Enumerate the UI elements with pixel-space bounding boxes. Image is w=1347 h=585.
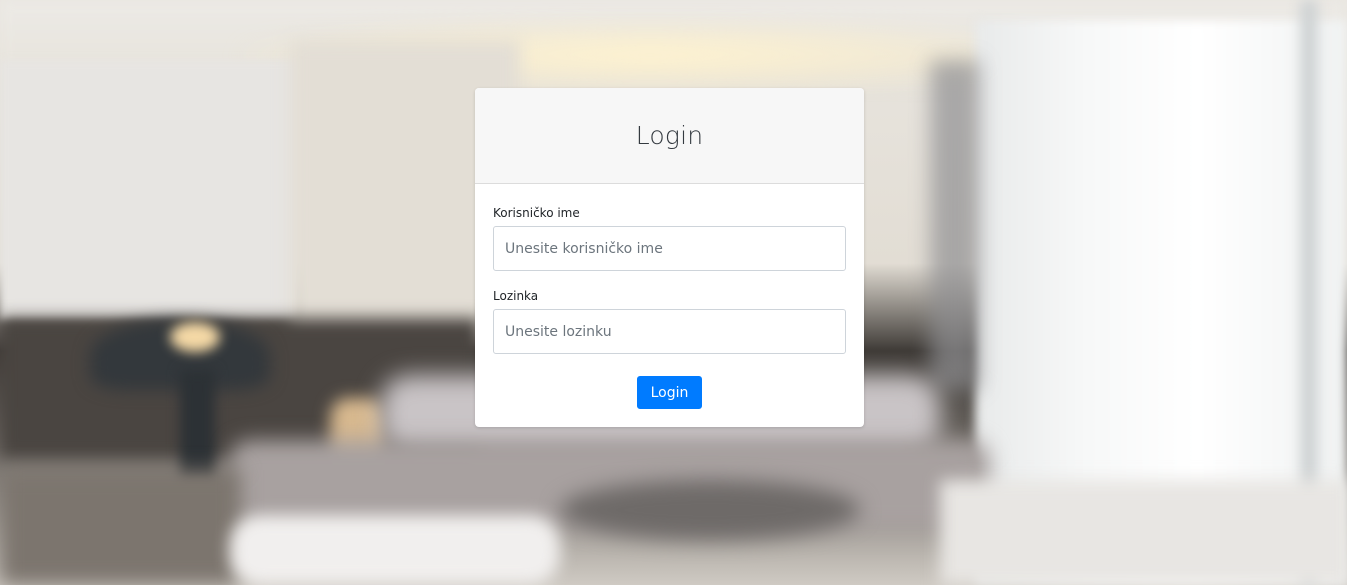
login-form: Korisničko ime Lozinka Login bbox=[475, 184, 864, 409]
login-card: Login Korisničko ime Lozinka Login bbox=[475, 88, 864, 427]
username-label: Korisničko ime bbox=[493, 206, 580, 220]
submit-row: Login bbox=[493, 372, 846, 409]
login-button[interactable]: Login bbox=[636, 376, 703, 409]
password-input[interactable] bbox=[493, 309, 846, 354]
username-input[interactable] bbox=[493, 226, 846, 271]
login-card-header: Login bbox=[475, 88, 864, 184]
password-label: Lozinka bbox=[493, 289, 539, 303]
username-group: Korisničko ime bbox=[493, 206, 846, 271]
password-group: Lozinka bbox=[493, 289, 846, 354]
login-title: Login bbox=[635, 121, 704, 150]
